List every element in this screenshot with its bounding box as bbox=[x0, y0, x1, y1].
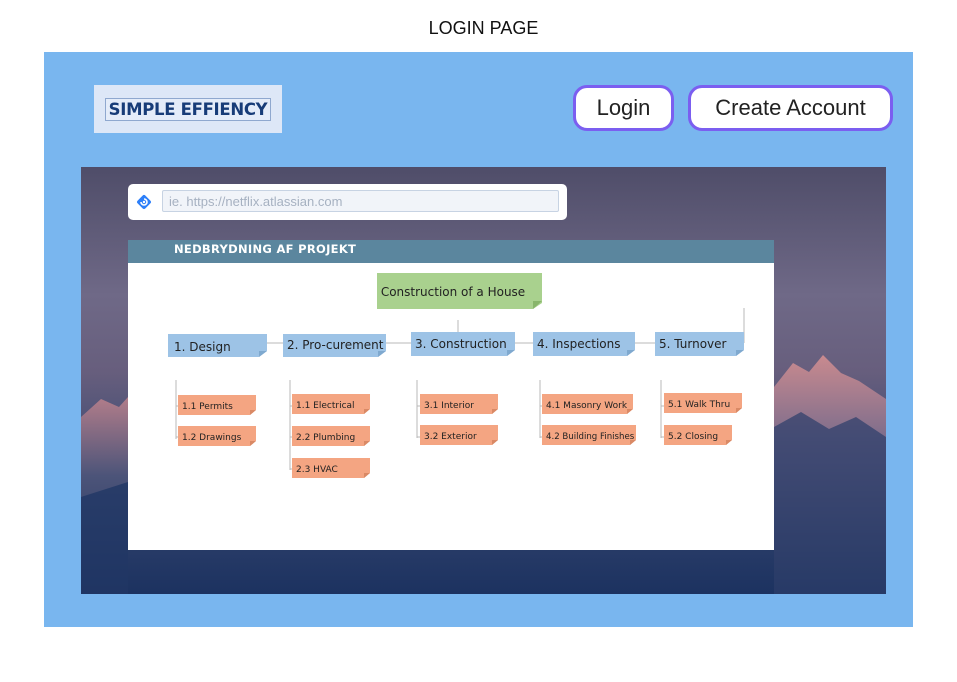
task-label: 2.2 Plumbing bbox=[296, 433, 355, 443]
task-node: 3.1 Interior bbox=[420, 394, 498, 414]
task-node: 5.2 Closing bbox=[664, 425, 732, 445]
login-frame: SIMPLE EFFIENCY Login Create Account ie.… bbox=[44, 52, 913, 627]
wbs-diagram: Construction of a House 1. Design 2. Pro… bbox=[168, 273, 745, 478]
phase-node-turnover: 5. Turnover bbox=[655, 332, 744, 356]
project-breakdown-document: NEDBRYDNING AF PROJEKT Construction of a… bbox=[128, 240, 774, 550]
page-heading: LOGIN PAGE bbox=[428, 18, 539, 38]
phase-label: 4. Inspections bbox=[537, 337, 621, 351]
root-node-label: Construction of a House bbox=[381, 285, 525, 299]
phase-node-construction: 3. Construction bbox=[411, 332, 515, 356]
logo: SIMPLE EFFIENCY bbox=[94, 85, 282, 133]
task-label: 1.1 Permits bbox=[182, 402, 233, 412]
task-node: 1.1 Electrical bbox=[292, 394, 370, 414]
task-label: 5.1 Walk Thru bbox=[668, 400, 730, 410]
task-node: 3.2 Exterior bbox=[420, 425, 498, 445]
task-label: 3.1 Interior bbox=[424, 401, 474, 411]
document-title: NEDBRYDNING AF PROJEKT bbox=[128, 240, 774, 263]
create-account-button[interactable]: Create Account bbox=[688, 85, 893, 131]
phase-node-inspections: 4. Inspections bbox=[533, 332, 635, 356]
task-node: 1.1 Permits bbox=[178, 395, 256, 415]
task-node: 4.2 Building Finishes bbox=[542, 425, 636, 445]
phase-label: 3. Construction bbox=[415, 337, 507, 351]
phase-node-procurement: 2. Pro-curement bbox=[283, 334, 386, 357]
atlassian-diamond-icon bbox=[137, 195, 151, 209]
login-button[interactable]: Login bbox=[573, 85, 674, 131]
task-label: 1.2 Drawings bbox=[182, 433, 242, 443]
phase-label: 1. Design bbox=[174, 340, 231, 354]
task-label: 3.2 Exterior bbox=[424, 432, 477, 442]
hero-background: NEDBRYDNING AF PROJEKT bbox=[81, 167, 886, 594]
phase-label: 5. Turnover bbox=[659, 337, 727, 351]
task-node: 4.1 Masonry Work bbox=[542, 394, 633, 414]
task-node: 1.2 Drawings bbox=[178, 426, 256, 446]
task-label: 4.2 Building Finishes bbox=[546, 432, 635, 442]
url-input[interactable] bbox=[162, 190, 559, 212]
task-node: 2.3 HVAC bbox=[292, 458, 370, 478]
task-label: 4.1 Masonry Work bbox=[546, 401, 628, 411]
root-node: Construction of a House bbox=[377, 273, 542, 309]
task-label: 2.3 HVAC bbox=[296, 465, 338, 475]
task-label: 1.1 Electrical bbox=[296, 401, 355, 411]
task-label: 5.2 Closing bbox=[668, 432, 718, 442]
task-node: 5.1 Walk Thru bbox=[664, 393, 742, 413]
phase-node-design: 1. Design bbox=[168, 334, 267, 357]
phase-label: 2. Pro-curement bbox=[287, 338, 384, 352]
url-field-container bbox=[128, 184, 567, 220]
task-node: 2.2 Plumbing bbox=[292, 426, 370, 446]
logo-text: SIMPLE EFFIENCY bbox=[104, 97, 272, 121]
